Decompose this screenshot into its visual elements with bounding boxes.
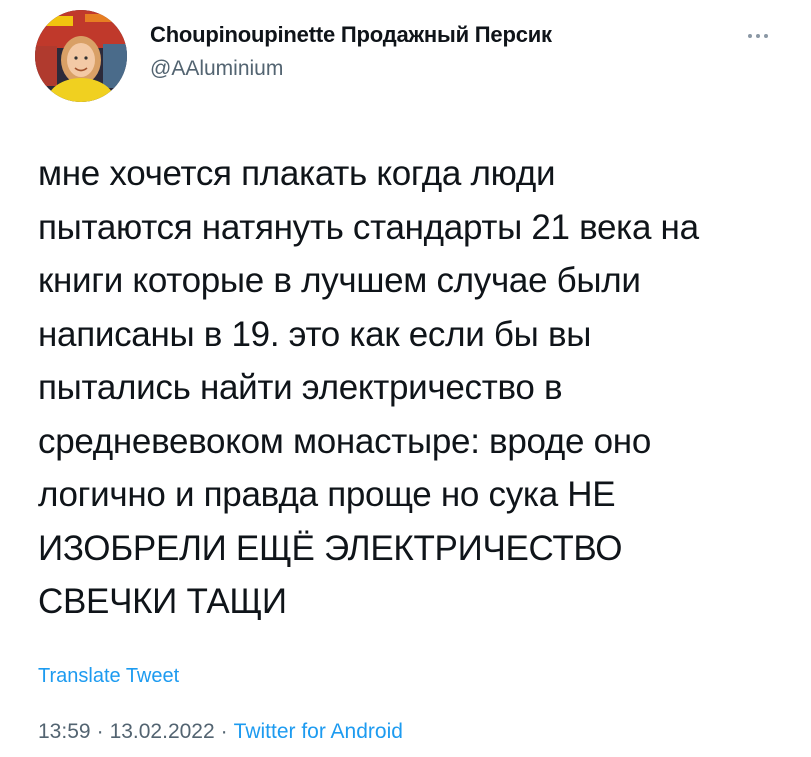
more-dot [764,34,768,38]
tweet-text-line: СВЕЧКИ ТАЩИ [38,582,287,621]
meta-separator: · [220,720,228,743]
tweet-text-line: ИЗОБРЕЛИ ЕЩЁ ЭЛЕКТРИЧЕСТВО [38,528,623,568]
tweet-text-line: книги которые в лучшем случае были [38,261,641,300]
more-options-icon[interactable] [738,26,778,46]
tweet-time[interactable]: 13:59 [38,720,91,743]
tweet-meta: 13:59 · 13.02.2022 · Twitter for Android [38,720,403,744]
tweet-text-line: мне хочется плакать когда люди [38,154,556,193]
more-dot [748,34,752,38]
tweet: Choupinoupinette Продажный Персик @AAlum… [0,0,811,757]
author-avatar[interactable] [35,10,127,102]
tweet-date[interactable]: 13.02.2022 [110,720,215,743]
avatar-photo-icon [35,10,127,102]
tweet-text: мне хочется плакать когда люди пытаются … [38,147,778,629]
tweet-text-line: логично и правда проще но сука НЕ [38,475,616,514]
tweet-text-line: пытаются натянуть стандарты 21 века на [38,207,699,247]
author-display-name[interactable]: Choupinoupinette Продажный Персик [150,22,552,48]
translate-tweet-link[interactable]: Translate Tweet [38,665,179,688]
tweet-source-link[interactable]: Twitter for Android [234,720,403,743]
meta-separator: · [96,720,104,743]
author-handle[interactable]: @AAluminium [150,57,283,81]
tweet-text-line: средневевоком монастыре: вроде оно [38,421,651,461]
tweet-text-line: написаны в 19. это как если бы вы [38,314,592,354]
tweet-text-line: пытались найти электричество в [38,368,563,407]
more-dot [756,34,760,38]
